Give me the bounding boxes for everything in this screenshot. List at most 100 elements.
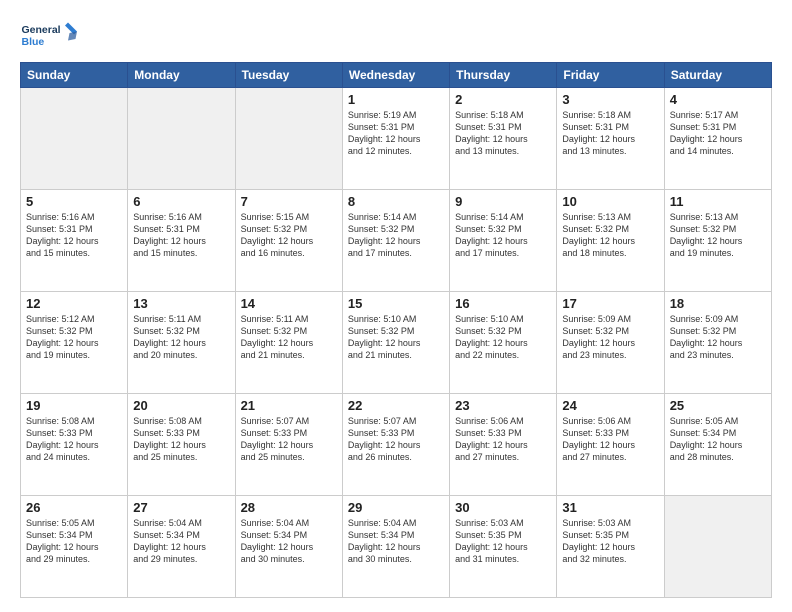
header-monday: Monday (128, 63, 235, 88)
cell-info: Sunrise: 5:16 AMSunset: 5:31 PMDaylight:… (26, 211, 122, 260)
day-number: 26 (26, 500, 122, 515)
header-friday: Friday (557, 63, 664, 88)
calendar-cell: 6Sunrise: 5:16 AMSunset: 5:31 PMDaylight… (128, 190, 235, 292)
day-number: 13 (133, 296, 229, 311)
cell-info: Sunrise: 5:14 AMSunset: 5:32 PMDaylight:… (455, 211, 551, 260)
week-row-2: 5 Sunrise: 5:16 AMSunset: 5:31 PMDaylight… (21, 190, 772, 292)
calendar-cell: 10 Sunrise: 5:13 AMSunset: 5:32 PMDayligh… (557, 190, 664, 292)
header: General Blue (20, 18, 772, 54)
day-number: 1 (348, 92, 444, 107)
day-number: 5 (26, 194, 122, 209)
header-tuesday: Tuesday (235, 63, 342, 88)
cell-info: Sunrise: 5:09 AMSunset: 5:32 PMDaylight:… (562, 313, 658, 362)
calendar-cell: 31 Sunrise: 5:03 AMSunset: 5:35 PMDayligh… (557, 496, 664, 598)
calendar-cell: 29 Sunrise: 5:04 AMSunset: 5:34 PMDayligh… (342, 496, 449, 598)
day-number: 20 (133, 398, 229, 413)
header-thursday: Thursday (450, 63, 557, 88)
logo-svg: General Blue (20, 18, 80, 54)
calendar-cell: 2 Sunrise: 5:18 AMSunset: 5:31 PMDaylight… (450, 88, 557, 190)
day-number: 14 (241, 296, 337, 311)
calendar-cell: 11 Sunrise: 5:13 AMSunset: 5:32 PMDayligh… (664, 190, 771, 292)
day-number: 12 (26, 296, 122, 311)
cell-info: Sunrise: 5:03 AMSunset: 5:35 PMDaylight:… (562, 517, 658, 566)
cell-info: Sunrise: 5:07 AMSunset: 5:33 PMDaylight:… (241, 415, 337, 464)
svg-text:Blue: Blue (22, 36, 45, 48)
calendar-cell: 3 Sunrise: 5:18 AMSunset: 5:31 PMDaylight… (557, 88, 664, 190)
calendar-cell: 13Sunrise: 5:11 AMSunset: 5:32 PMDayligh… (128, 292, 235, 394)
calendar-cell: 20Sunrise: 5:08 AMSunset: 5:33 PMDayligh… (128, 394, 235, 496)
calendar-cell: 27 Sunrise: 5:04 AMSunset: 5:34 PMDayligh… (128, 496, 235, 598)
cell-info: Sunrise: 5:19 AMSunset: 5:31 PMDaylight:… (348, 109, 444, 158)
day-number: 3 (562, 92, 658, 107)
calendar-cell: 30 Sunrise: 5:03 AMSunset: 5:35 PMDayligh… (450, 496, 557, 598)
day-number: 17 (562, 296, 658, 311)
calendar-cell: 24 Sunrise: 5:06 AMSunset: 5:33 PMDayligh… (557, 394, 664, 496)
cell-info: Sunrise: 5:17 AMSunset: 5:31 PMDaylight:… (670, 109, 766, 158)
day-number: 30 (455, 500, 551, 515)
calendar-cell: 9Sunrise: 5:14 AMSunset: 5:32 PMDaylight… (450, 190, 557, 292)
day-number: 27 (133, 500, 229, 515)
header-sunday: Sunday (21, 63, 128, 88)
day-number: 24 (562, 398, 658, 413)
cell-info: Sunrise: 5:03 AMSunset: 5:35 PMDaylight:… (455, 517, 551, 566)
calendar-cell: 18Sunrise: 5:09 AMSunset: 5:32 PMDayligh… (664, 292, 771, 394)
week-row-5: 26 Sunrise: 5:05 AMSunset: 5:34 PMDayligh… (21, 496, 772, 598)
cell-info: Sunrise: 5:06 AMSunset: 5:33 PMDaylight:… (562, 415, 658, 464)
calendar-table: SundayMondayTuesdayWednesdayThursdayFrid… (20, 62, 772, 598)
day-number: 11 (670, 194, 766, 209)
calendar-cell: 19Sunrise: 5:08 AMSunset: 5:33 PMDayligh… (21, 394, 128, 496)
cell-info: Sunrise: 5:09 AMSunset: 5:32 PMDaylight:… (670, 313, 766, 362)
cell-info: Sunrise: 5:14 AMSunset: 5:32 PMDaylight:… (348, 211, 444, 260)
header-saturday: Saturday (664, 63, 771, 88)
calendar-cell: 4 Sunrise: 5:17 AMSunset: 5:31 PMDaylight… (664, 88, 771, 190)
calendar-cell: 26 Sunrise: 5:05 AMSunset: 5:34 PMDayligh… (21, 496, 128, 598)
day-number: 7 (241, 194, 337, 209)
cell-info: Sunrise: 5:13 AMSunset: 5:32 PMDaylight:… (670, 211, 766, 260)
cell-info: Sunrise: 5:10 AMSunset: 5:32 PMDaylight:… (455, 313, 551, 362)
svg-text:General: General (22, 24, 61, 36)
day-number: 4 (670, 92, 766, 107)
calendar-cell: 21Sunrise: 5:07 AMSunset: 5:33 PMDayligh… (235, 394, 342, 496)
day-number: 8 (348, 194, 444, 209)
calendar-cell: 5 Sunrise: 5:16 AMSunset: 5:31 PMDaylight… (21, 190, 128, 292)
day-number: 25 (670, 398, 766, 413)
calendar-cell: 28 Sunrise: 5:04 AMSunset: 5:34 PMDayligh… (235, 496, 342, 598)
day-number: 23 (455, 398, 551, 413)
cell-info: Sunrise: 5:12 AMSunset: 5:32 PMDaylight:… (26, 313, 122, 362)
cell-info: Sunrise: 5:08 AMSunset: 5:33 PMDaylight:… (26, 415, 122, 464)
cell-info: Sunrise: 5:04 AMSunset: 5:34 PMDaylight:… (241, 517, 337, 566)
calendar-cell: 7Sunrise: 5:15 AMSunset: 5:32 PMDaylight… (235, 190, 342, 292)
calendar-cell: 25Sunrise: 5:05 AMSunset: 5:34 PMDayligh… (664, 394, 771, 496)
day-number: 16 (455, 296, 551, 311)
week-row-3: 12 Sunrise: 5:12 AMSunset: 5:32 PMDayligh… (21, 292, 772, 394)
cell-info: Sunrise: 5:13 AMSunset: 5:32 PMDaylight:… (562, 211, 658, 260)
day-number: 6 (133, 194, 229, 209)
cell-info: Sunrise: 5:04 AMSunset: 5:34 PMDaylight:… (133, 517, 229, 566)
cell-info: Sunrise: 5:05 AMSunset: 5:34 PMDaylight:… (26, 517, 122, 566)
calendar-cell: 16 Sunrise: 5:10 AMSunset: 5:32 PMDayligh… (450, 292, 557, 394)
day-number: 29 (348, 500, 444, 515)
calendar-header-row: SundayMondayTuesdayWednesdayThursdayFrid… (21, 63, 772, 88)
cell-info: Sunrise: 5:11 AMSunset: 5:32 PMDaylight:… (241, 313, 337, 362)
cell-info: Sunrise: 5:18 AMSunset: 5:31 PMDaylight:… (562, 109, 658, 158)
day-number: 22 (348, 398, 444, 413)
day-number: 10 (562, 194, 658, 209)
cell-info: Sunrise: 5:18 AMSunset: 5:31 PMDaylight:… (455, 109, 551, 158)
week-row-1: 1 Sunrise: 5:19 AMSunset: 5:31 PMDaylight… (21, 88, 772, 190)
calendar-cell (664, 496, 771, 598)
page: General Blue SundayMondayTuesdayWednesda… (0, 0, 792, 612)
calendar-cell: 17 Sunrise: 5:09 AMSunset: 5:32 PMDayligh… (557, 292, 664, 394)
calendar-cell (128, 88, 235, 190)
calendar-cell: 15 Sunrise: 5:10 AMSunset: 5:32 PMDayligh… (342, 292, 449, 394)
cell-info: Sunrise: 5:10 AMSunset: 5:32 PMDaylight:… (348, 313, 444, 362)
calendar-cell: 22Sunrise: 5:07 AMSunset: 5:33 PMDayligh… (342, 394, 449, 496)
day-number: 2 (455, 92, 551, 107)
day-number: 15 (348, 296, 444, 311)
calendar-cell (21, 88, 128, 190)
calendar-cell: 1 Sunrise: 5:19 AMSunset: 5:31 PMDaylight… (342, 88, 449, 190)
calendar-cell: 12 Sunrise: 5:12 AMSunset: 5:32 PMDayligh… (21, 292, 128, 394)
calendar-cell: 14 Sunrise: 5:11 AMSunset: 5:32 PMDayligh… (235, 292, 342, 394)
cell-info: Sunrise: 5:04 AMSunset: 5:34 PMDaylight:… (348, 517, 444, 566)
day-number: 28 (241, 500, 337, 515)
day-number: 31 (562, 500, 658, 515)
